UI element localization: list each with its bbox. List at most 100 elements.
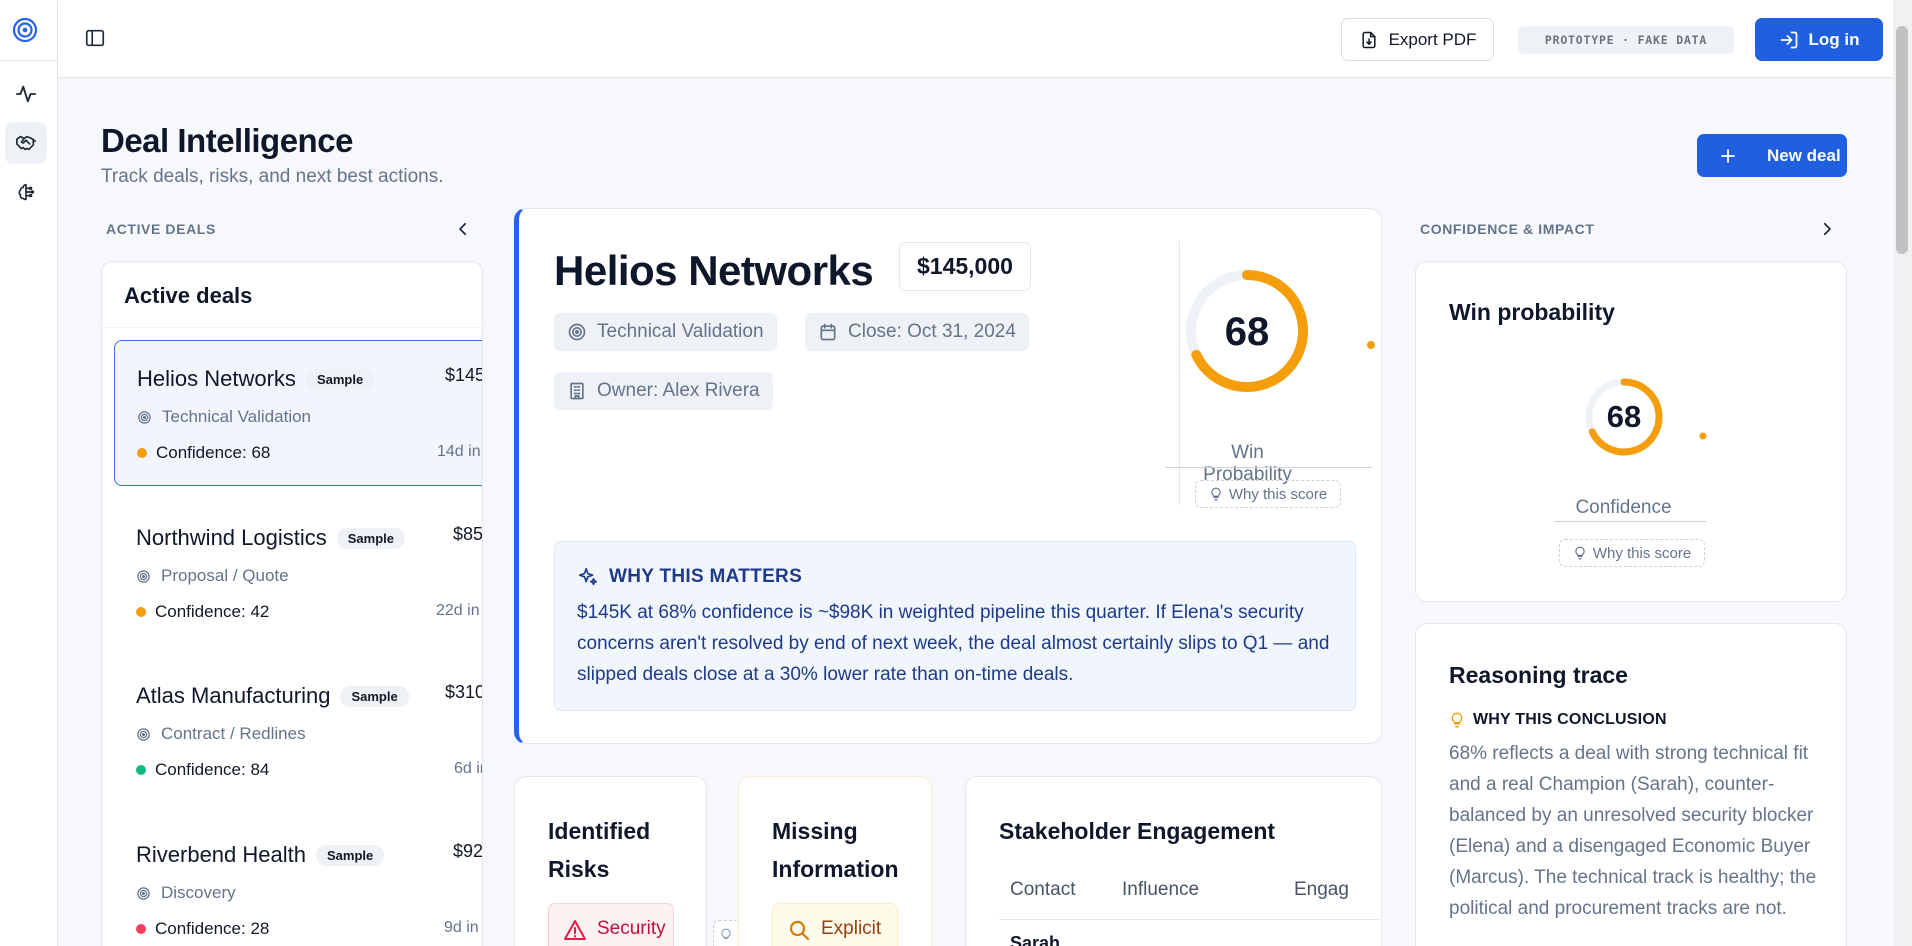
brain-icon — [18, 183, 35, 201]
deal-confidence: Confidence: 84 — [155, 760, 270, 779]
page-subtitle: Track deals, risks, and next best action… — [101, 166, 444, 187]
deal-days-in-stage: 6d in stage — [454, 760, 482, 777]
missing-item[interactable]: Explicit — [772, 903, 898, 946]
identified-risks-title: Identified Risks — [548, 818, 651, 882]
rail-activity-button[interactable] — [5, 73, 47, 115]
why-this-conclusion-label: WHY THIS CONCLUSION — [1473, 711, 1667, 728]
page-title: Deal Intelligence — [101, 122, 353, 159]
collapse-confidence-button[interactable] — [1818, 220, 1836, 238]
deal-list-item[interactable]: Riverbend Health Sample $92,000 Discovery… — [114, 817, 483, 946]
target-icon — [137, 886, 150, 900]
target-icon — [568, 323, 586, 341]
missing-information-title: Missing Information — [772, 818, 899, 882]
deal-days-in-stage: 14d in stage — [437, 443, 482, 460]
column-header-engagement[interactable]: Engag — [1294, 879, 1349, 901]
stakeholder-engagement-title: Stakeholder Engagement — [999, 818, 1276, 844]
export-pdf-button[interactable]: Export PDF — [1341, 18, 1494, 61]
lightbulb-icon — [1575, 546, 1585, 560]
deal-title: Helios Networks — [554, 247, 874, 294]
missing-information-card: Missing Information Explicit — [738, 776, 932, 946]
win-probability-card-title: Win probability — [1449, 299, 1615, 325]
deal-name: Riverbend Health — [136, 842, 306, 867]
target-logo-icon[interactable] — [11, 16, 39, 44]
reasoning-trace-card: Reasoning trace WHY THIS CONCLUSION 68% … — [1415, 623, 1847, 946]
confidence-dot — [137, 448, 147, 458]
top-bar: Export PDF PROTOTYPE · FAKE DATA Log in — [58, 0, 1893, 78]
gauge-indicator-dot — [1699, 432, 1707, 440]
column-header-contact[interactable]: Contact — [1010, 879, 1075, 901]
calendar-icon — [820, 323, 836, 341]
deal-confidence: Confidence: 68 — [156, 443, 271, 462]
gauge-underline — [1165, 467, 1372, 468]
deal-confidence: Confidence: 28 — [155, 919, 270, 938]
deal-stage: Technical Validation — [162, 407, 311, 426]
rail-deals-button[interactable] — [5, 122, 47, 164]
confidence-gauge: 68 — [1586, 378, 1707, 456]
win-probability-card: Win probability 68 Confidence Why this s… — [1415, 261, 1847, 602]
rail-insights-button[interactable] — [5, 171, 47, 213]
lightbulb-icon — [721, 928, 731, 940]
active-deals-section-label: ACTIVE DEALS — [106, 221, 216, 237]
chevron-left-icon — [459, 222, 467, 236]
lightbulb-icon — [1451, 712, 1463, 728]
why-this-score-button[interactable]: Why this score — [1559, 539, 1705, 567]
target-icon — [138, 410, 151, 424]
search-icon — [789, 920, 810, 941]
new-deal-button[interactable]: New deal — [1697, 134, 1847, 177]
login-label: Log in — [1808, 29, 1860, 49]
win-probability-gauge: 68 — [1186, 270, 1375, 392]
confidence-section-label: CONFIDENCE & IMPACT — [1420, 221, 1595, 237]
table-header-divider — [999, 919, 1381, 920]
confidence-dot — [136, 765, 146, 775]
stakeholder-contact-cell: Sarah — [1010, 933, 1061, 946]
owner-chip: Owner: Alex Rivera — [554, 372, 773, 410]
target-icon — [137, 727, 150, 741]
activity-icon — [15, 85, 37, 103]
deal-stage: Contract / Redlines — [161, 724, 306, 743]
deal-stage: Proposal / Quote — [161, 566, 289, 585]
deal-amount-badge: $145,000 — [899, 242, 1031, 291]
sample-badge: Sample — [336, 527, 405, 549]
rail-divider — [0, 60, 58, 61]
active-deals-title: Active deals — [102, 262, 482, 328]
reasoning-trace-text: 68% reflects a deal with strong technica… — [1449, 743, 1817, 919]
deal-stage: Discovery — [161, 883, 236, 902]
deal-name: Northwind Logistics — [136, 525, 327, 550]
page-scrollbar-thumb[interactable] — [1896, 26, 1908, 254]
stakeholder-engagement-card: Stakeholder Engagement Contact Influence… — [965, 776, 1382, 946]
sparkles-icon — [578, 567, 598, 586]
new-deal-label: New deal — [1767, 145, 1841, 165]
owner-label: Owner: Alex Rivera — [597, 380, 760, 401]
deal-list-item[interactable]: Northwind Logistics Sample $85,000 Propos… — [114, 500, 482, 646]
risk-item[interactable]: Security — [548, 903, 674, 946]
close-date-label: Close: Oct 31, 2024 — [848, 321, 1016, 342]
handshake-icon — [16, 135, 36, 151]
missing-item-label: Explicit — [821, 918, 882, 939]
risk-hint-button[interactable] — [713, 920, 741, 946]
deal-days-in-stage: 9d in stage — [444, 919, 482, 936]
deal-amount: $310,000 — [445, 682, 483, 702]
file-download-icon — [1361, 31, 1376, 48]
collapse-deals-button[interactable] — [454, 220, 472, 238]
identified-risks-card: Identified Risks Security — [514, 776, 707, 946]
confidence-dot — [136, 607, 146, 617]
column-header-influence[interactable]: Influence — [1122, 879, 1199, 901]
deal-list-item[interactable]: Helios Networks Sample $145,000 Technical… — [114, 340, 483, 486]
sidebar-toggle-button[interactable] — [84, 27, 108, 51]
why-this-score-label: Why this score — [1592, 544, 1692, 562]
login-button[interactable]: Log in — [1755, 18, 1883, 61]
deal-confidence: Confidence: 42 — [155, 602, 270, 621]
warning-triangle-icon — [564, 920, 586, 940]
deal-list-item[interactable]: Atlas Manufacturing Sample $310,000 Contr… — [114, 658, 483, 804]
deal-amount: $92,000 — [453, 841, 483, 861]
deal-amount: $145,000 — [445, 365, 483, 385]
active-deals-panel: Active deals Helios Networks Sample $145,… — [101, 261, 483, 946]
confidence-dot — [136, 924, 146, 934]
deal-detail-card: Helios Networks $145,000 Technical Valid… — [514, 208, 1382, 744]
lightbulb-icon — [1211, 487, 1221, 501]
reasoning-trace-title: Reasoning trace — [1449, 662, 1628, 688]
why-this-score-button[interactable]: Why this score — [1195, 480, 1341, 508]
gauge-indicator-dot — [1367, 341, 1375, 349]
stage-chip: Technical Validation — [554, 313, 777, 351]
prototype-badge: PROTOTYPE · FAKE DATA — [1518, 26, 1734, 54]
